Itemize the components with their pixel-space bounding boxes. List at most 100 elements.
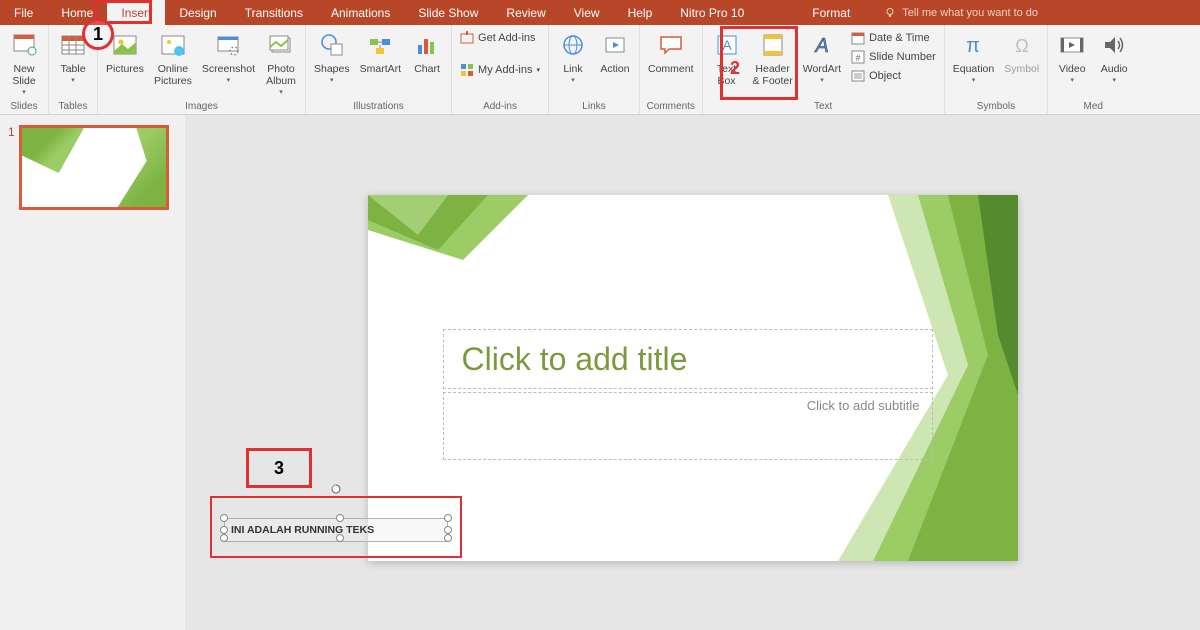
photo-album-icon <box>265 29 297 61</box>
equation-button[interactable]: π Equation ▾ <box>949 27 998 86</box>
rotation-handle[interactable] <box>331 484 341 494</box>
group-illustrations: Shapes ▾ SmartArt Chart Illustrations <box>306 25 452 114</box>
link-button[interactable]: Link ▾ <box>553 27 593 86</box>
wordart-icon: A <box>806 29 838 61</box>
resize-handle[interactable] <box>444 534 452 542</box>
comment-button[interactable]: Comment <box>644 27 698 77</box>
group-label-media: Med <box>1052 99 1134 114</box>
tab-view[interactable]: View <box>560 0 614 25</box>
slide-thumbnail-1[interactable] <box>19 125 169 210</box>
chevron-down-icon: ▾ <box>330 76 334 84</box>
work-area: 1 Click to add title Cl <box>0 115 1200 630</box>
symbol-button[interactable]: Ω Symbol <box>1000 27 1043 77</box>
thumbnail-panel: 1 <box>0 115 185 630</box>
number-icon: # <box>851 50 865 64</box>
chevron-down-icon: ▾ <box>1112 76 1116 84</box>
audio-icon <box>1098 29 1130 61</box>
get-addins-button[interactable]: Get Add-ins <box>456 29 544 47</box>
video-icon <box>1056 29 1088 61</box>
resize-handle[interactable] <box>220 534 228 542</box>
chevron-down-icon: ▾ <box>71 76 75 84</box>
tab-nitro[interactable]: Nitro Pro 10 <box>666 0 758 25</box>
group-label-links: Links <box>553 99 635 114</box>
annotation-2: 2 <box>730 58 740 79</box>
ribbon: New Slide ▾ Slides Table ▾ Tables Pictur… <box>0 25 1200 115</box>
chevron-down-icon: ▾ <box>1070 76 1074 84</box>
tab-animations[interactable]: Animations <box>317 0 404 25</box>
group-label-addins: Add-ins <box>456 99 544 114</box>
chart-button[interactable]: Chart <box>407 27 447 77</box>
chevron-down-icon: ▾ <box>279 88 283 96</box>
screenshot-icon <box>212 29 244 61</box>
tab-format[interactable]: Format <box>798 0 864 25</box>
tell-me-search[interactable]: Tell me what you want to do <box>884 0 1038 25</box>
subtitle-placeholder[interactable]: Click to add subtitle <box>443 392 933 460</box>
group-label-tables: Tables <box>53 99 93 114</box>
symbol-icon: Ω <box>1006 29 1038 61</box>
group-label-comments: Comments <box>644 99 698 114</box>
annotation-1: 1 <box>82 18 114 50</box>
new-slide-icon <box>8 29 40 61</box>
group-links: Link ▾ Action Links <box>549 25 640 114</box>
tab-slideshow[interactable]: Slide Show <box>404 0 492 25</box>
store-icon <box>460 31 474 45</box>
annotation-3: 3 <box>246 448 312 488</box>
group-label-images: Images <box>102 99 301 114</box>
group-comments: Comment Comments <box>640 25 703 114</box>
tab-transitions[interactable]: Transitions <box>231 0 317 25</box>
chart-icon <box>411 29 443 61</box>
new-slide-button[interactable]: New Slide ▾ <box>4 27 44 98</box>
svg-text:π: π <box>967 35 981 57</box>
tab-file[interactable]: File <box>0 0 47 25</box>
resize-handle[interactable] <box>444 514 452 522</box>
group-slides: New Slide ▾ Slides <box>0 25 49 114</box>
action-icon <box>599 29 631 61</box>
tab-help[interactable]: Help <box>614 0 667 25</box>
chevron-down-icon: ▾ <box>22 88 26 96</box>
action-button[interactable]: Action <box>595 27 635 77</box>
group-media: Video ▾ Audio ▾ Med <box>1048 25 1138 114</box>
resize-handle[interactable] <box>336 534 344 542</box>
date-time-button[interactable]: Date & Time <box>847 29 940 47</box>
title-placeholder[interactable]: Click to add title <box>443 329 933 389</box>
comment-icon <box>655 29 687 61</box>
shapes-icon <box>316 29 348 61</box>
resize-handle[interactable] <box>336 514 344 522</box>
group-label-illustrations: Illustrations <box>310 99 447 114</box>
object-button[interactable]: Object <box>847 67 940 85</box>
tab-design[interactable]: Design <box>165 0 230 25</box>
calendar-icon <box>851 31 865 45</box>
tell-me-label: Tell me what you want to do <box>902 7 1038 19</box>
smartart-button[interactable]: SmartArt <box>356 27 405 77</box>
slide[interactable]: Click to add title Click to add subtitle <box>368 195 1018 561</box>
link-icon <box>557 29 589 61</box>
selected-textbox-annotation: INI ADALAH RUNNING TEKS <box>210 496 462 558</box>
group-label-slides: Slides <box>4 99 44 114</box>
resize-handle[interactable] <box>220 526 228 534</box>
photo-album-button[interactable]: Photo Album ▾ <box>261 27 301 98</box>
shapes-button[interactable]: Shapes ▾ <box>310 27 354 86</box>
group-label-symbols: Symbols <box>949 99 1043 114</box>
addins-icon <box>460 63 474 77</box>
group-addins: Get Add-ins My Add-ins ▾ Add-ins <box>452 25 549 114</box>
object-icon <box>851 69 865 83</box>
video-button[interactable]: Video ▾ <box>1052 27 1092 86</box>
slide-decoration-icon <box>368 195 528 305</box>
chevron-down-icon: ▾ <box>820 76 824 84</box>
resize-handle[interactable] <box>220 514 228 522</box>
equation-icon: π <box>957 29 989 61</box>
audio-button[interactable]: Audio ▾ <box>1094 27 1134 86</box>
thumb-decor-icon <box>19 125 87 173</box>
tab-review[interactable]: Review <box>492 0 559 25</box>
chevron-down-icon: ▾ <box>227 76 231 84</box>
svg-text:#: # <box>856 53 861 63</box>
resize-handle[interactable] <box>444 526 452 534</box>
slide-number-button[interactable]: # Slide Number <box>847 48 940 66</box>
my-addins-button[interactable]: My Add-ins ▾ <box>456 61 544 79</box>
screenshot-button[interactable]: Screenshot ▾ <box>198 27 259 86</box>
chevron-down-icon: ▾ <box>536 66 540 74</box>
thumbnail-number: 1 <box>8 125 15 210</box>
online-pictures-button[interactable]: Online Pictures <box>150 27 196 89</box>
chevron-down-icon: ▾ <box>571 76 575 84</box>
wordart-button[interactable]: A WordArt ▾ <box>799 27 845 86</box>
